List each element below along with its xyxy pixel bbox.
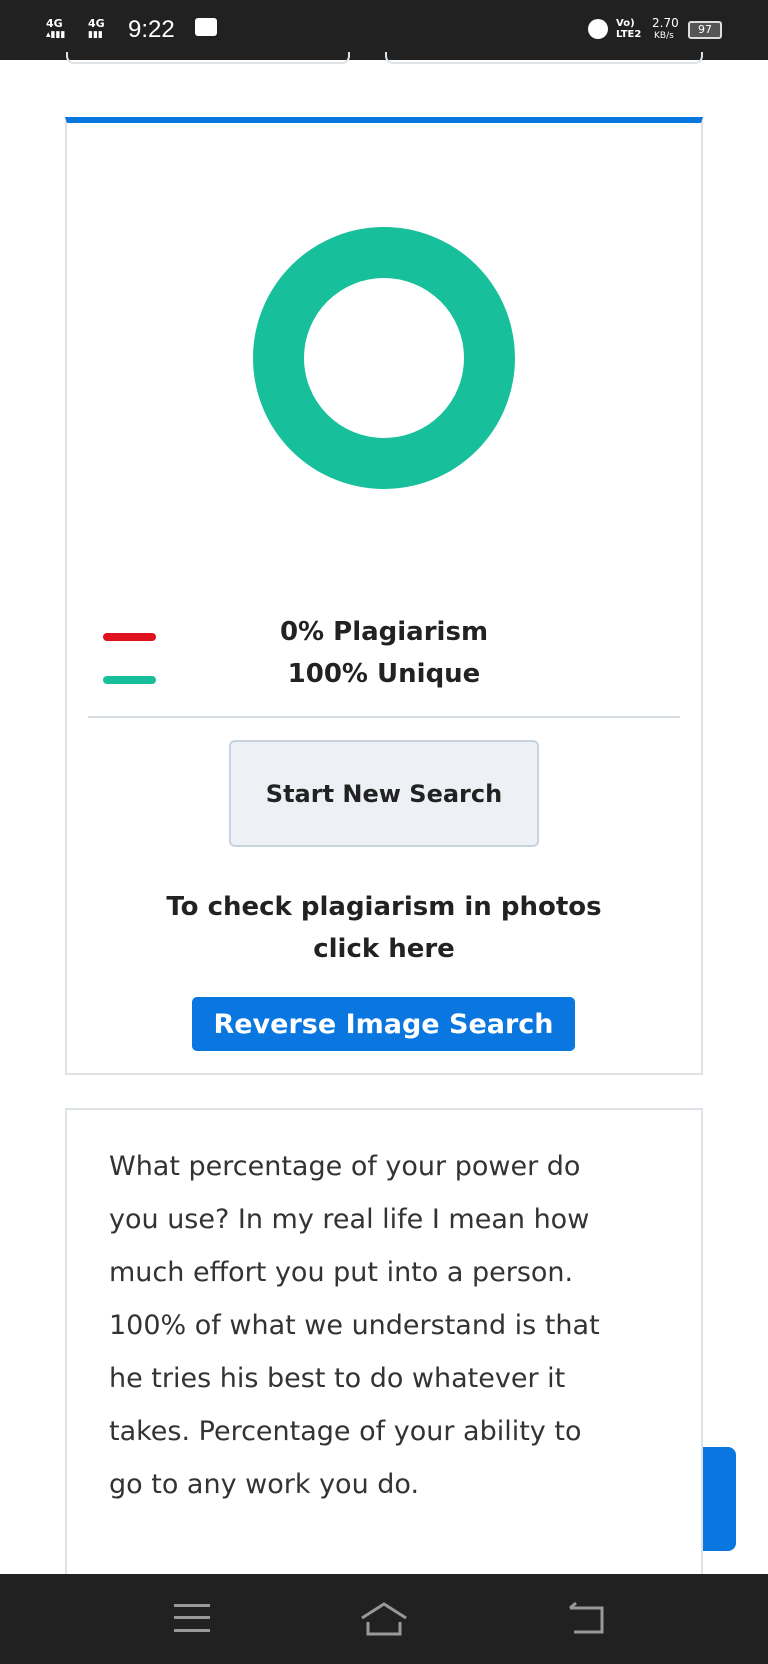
volte-indicator: Vo) LTE2: [616, 18, 642, 40]
signal-icon: ▮▮▮: [88, 30, 103, 40]
network-4g-1: 4G: [46, 17, 63, 30]
back-icon[interactable]: [566, 1600, 606, 1636]
alarm-icon: [588, 19, 608, 39]
reverse-image-search-button[interactable]: Reverse Image Search: [192, 997, 575, 1051]
content-line: much effort you put into a person.: [109, 1257, 574, 1288]
home-icon[interactable]: [358, 1598, 410, 1638]
content-line: he tries his best to do whatever it: [109, 1363, 566, 1394]
photo-hint-line1: To check plagiarism in photos: [166, 892, 602, 922]
top-card-left: [66, 52, 350, 64]
mail-icon: [195, 18, 217, 36]
clock: 9:22: [128, 16, 175, 43]
speed-unit: KB/s: [654, 31, 674, 41]
signal-icon: ▴▮▮▮: [46, 30, 66, 40]
content-text: What percentage of your power do you use…: [109, 1140, 649, 1511]
result-donut-chart: [253, 227, 515, 489]
top-card-right: [385, 52, 703, 64]
navigation-bar: [0, 1574, 768, 1664]
unique-label: 100% Unique: [287, 659, 481, 689]
start-new-search-button[interactable]: Start New Search: [229, 740, 539, 847]
donut-unique-segment: [253, 227, 515, 489]
content-line: 100% of what we understand is that: [109, 1310, 600, 1341]
floating-action-button[interactable]: [703, 1447, 736, 1551]
plagiarism-label: 0% Plagiarism: [279, 617, 489, 647]
photo-hint-line2[interactable]: click here: [0, 934, 768, 964]
menu-icon[interactable]: [174, 1604, 210, 1632]
content-line: go to any work you do.: [109, 1469, 420, 1500]
battery-icon: 97: [688, 21, 722, 39]
divider: [88, 716, 680, 718]
content-line: you use? In my real life I mean how: [109, 1204, 590, 1235]
network-4g-2: 4G: [88, 17, 105, 30]
speed-value: 2.70: [652, 16, 679, 30]
content-line: What percentage of your power do: [109, 1151, 581, 1182]
status-bar: 4G ▴▮▮▮ 4G ▮▮▮ 9:22 Vo) LTE2 2.70 KB/s 9…: [0, 0, 768, 60]
content-line: takes. Percentage of your ability to: [109, 1416, 582, 1447]
